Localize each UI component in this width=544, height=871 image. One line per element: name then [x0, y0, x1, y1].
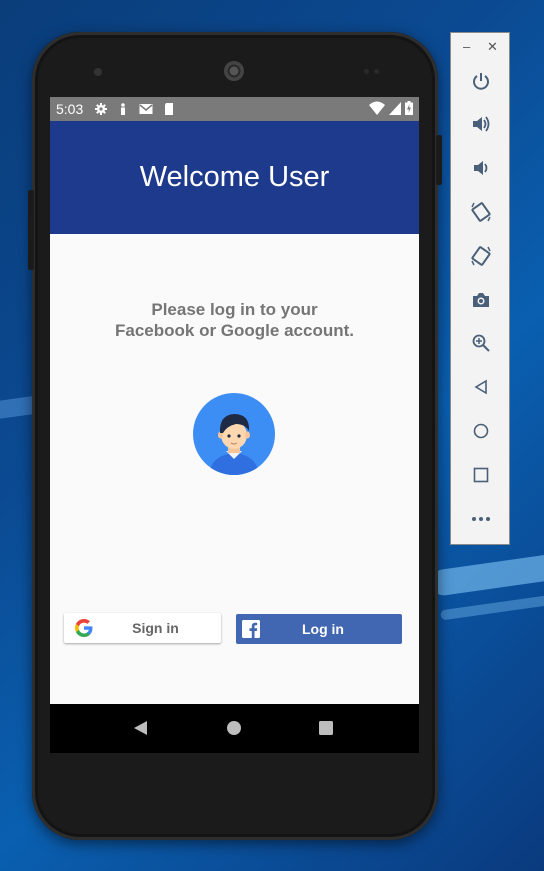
overview-icon[interactable]: [469, 463, 493, 487]
camera-icon[interactable]: [469, 288, 493, 312]
rotate-left-icon[interactable]: [469, 200, 493, 224]
status-time: 5:03: [56, 101, 84, 117]
settings-icon: [95, 103, 108, 115]
phone-sensor: [374, 69, 379, 74]
login-message-line-1: Please log in to your: [151, 300, 318, 319]
battery-icon: [405, 101, 413, 115]
facebook-log-in-button[interactable]: Log in: [236, 614, 402, 644]
back-icon[interactable]: [469, 375, 493, 399]
login-message-line-2: Facebook or Google account.: [115, 321, 354, 340]
rotate-right-icon[interactable]: [469, 244, 493, 268]
volume-down-icon[interactable]: [469, 156, 493, 180]
phone-side-button: [436, 135, 442, 185]
navigation-bar: [50, 704, 419, 753]
facebook-log-in-label: Log in: [302, 621, 344, 637]
wallpaper-streak: [440, 589, 544, 621]
nav-home-icon[interactable]: [226, 720, 242, 736]
status-bar: 5:03: [50, 97, 419, 121]
sd-card-icon: [165, 103, 174, 115]
phone-screen: 5:03 Welcome User Please log in to your …: [50, 97, 419, 753]
more-icon[interactable]: [469, 507, 493, 531]
toolbar-window-controls: – ✕: [451, 39, 509, 55]
wifi-icon: [369, 101, 385, 115]
google-sign-in-label: Sign in: [132, 620, 179, 636]
app-bar: Welcome User: [50, 121, 419, 234]
status-right-icons: [369, 101, 413, 115]
minimize-icon[interactable]: –: [463, 39, 470, 54]
login-message: Please log in to your Facebook or Google…: [50, 299, 419, 341]
phone-sensor: [364, 69, 369, 74]
emulator-toolbar: – ✕: [450, 32, 510, 545]
wallpaper-streak: [428, 548, 544, 598]
user-avatar-icon: [209, 414, 259, 475]
google-sign-in-button[interactable]: Sign in: [64, 613, 221, 643]
page-title: Welcome User: [139, 161, 330, 193]
phone-side-button: [28, 190, 34, 270]
accessibility-icon: [121, 103, 126, 115]
google-icon: [75, 619, 93, 637]
home-icon[interactable]: [469, 419, 493, 443]
nav-back-icon[interactable]: [133, 720, 149, 736]
phone-speaker: [224, 61, 244, 81]
zoom-icon[interactable]: [469, 331, 493, 355]
nav-overview-icon[interactable]: [318, 720, 334, 736]
power-icon[interactable]: [469, 69, 493, 93]
signal-icon: [389, 102, 401, 115]
avatar: [193, 393, 275, 475]
phone-sensor: [94, 68, 102, 76]
volume-up-icon[interactable]: [469, 112, 493, 136]
gmail-icon: [139, 104, 153, 114]
close-icon[interactable]: ✕: [487, 39, 498, 55]
facebook-icon: [242, 620, 260, 638]
